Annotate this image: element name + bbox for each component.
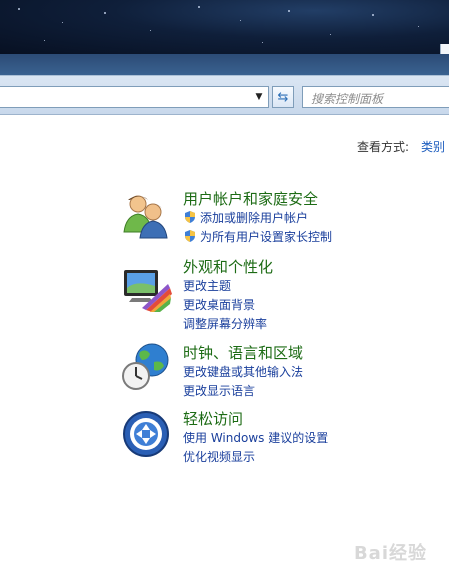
globe-clock-icon	[122, 342, 172, 392]
link-add-remove-accounts[interactable]: 添加或删除用户帐户	[183, 209, 308, 226]
ease-of-access-icon	[122, 410, 172, 460]
users-icon	[122, 192, 172, 242]
uac-shield-icon	[185, 211, 195, 223]
link-parental-controls[interactable]: 为所有用户设置家长控制	[183, 228, 332, 245]
category-appearance: 外观和个性化 更改主题 更改桌面背景 调整屏幕分辨率	[122, 256, 442, 336]
category-user-accounts: 用户帐户和家庭安全 添加或删除用户帐户 为所有用户设置家长控制	[122, 188, 442, 248]
category-ease-of-access: 轻松访问 使用 Windows 建议的设置 优化视频显示	[122, 408, 442, 468]
category-title[interactable]: 外观和个性化	[183, 256, 273, 277]
address-dropdown-button[interactable]: ▼	[250, 86, 268, 108]
link-recommended-settings[interactable]: 使用 Windows 建议的设置	[183, 429, 328, 446]
desktop-background	[0, 0, 449, 54]
link-change-display-language[interactable]: 更改显示语言	[183, 382, 255, 399]
address-bar[interactable]	[0, 86, 269, 108]
link-change-theme[interactable]: 更改主题	[183, 277, 231, 294]
uac-shield-icon	[185, 230, 195, 242]
link-optimize-visual-display[interactable]: 优化视频显示	[183, 448, 255, 465]
view-by-dropdown[interactable]: 类别	[421, 138, 445, 155]
category-title[interactable]: 时钟、语言和区域	[183, 342, 303, 363]
refresh-icon: ⇆	[277, 89, 289, 105]
link-screen-resolution[interactable]: 调整屏幕分辨率	[183, 315, 267, 332]
link-text: 添加或删除用户帐户	[200, 211, 309, 225]
category-clock-language-region: 时钟、语言和区域 更改键盘或其他输入法 更改显示语言	[122, 342, 442, 402]
refresh-button[interactable]: ⇆	[272, 86, 294, 108]
category-title[interactable]: 轻松访问	[183, 408, 243, 429]
search-input[interactable]: 搜索控制面板	[302, 86, 449, 108]
link-change-keyboard[interactable]: 更改键盘或其他输入法	[183, 363, 303, 380]
link-text: 为所有用户设置家长控制	[200, 230, 333, 244]
link-change-background[interactable]: 更改桌面背景	[183, 296, 255, 313]
view-by-label: 查看方式:	[357, 140, 410, 154]
watermark: Bai经验	[353, 543, 427, 564]
chevron-down-icon: ▼	[255, 92, 263, 102]
monitor-paint-icon	[122, 264, 172, 314]
search-placeholder: 搜索控制面板	[311, 92, 384, 106]
category-title[interactable]: 用户帐户和家庭安全	[183, 188, 318, 209]
